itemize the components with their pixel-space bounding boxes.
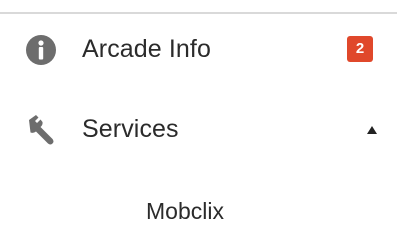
sidebar-menu: Arcade Info 2 Services Mobclix <box>0 0 397 242</box>
sidebar-item-label: Services <box>82 115 179 143</box>
caret-up-icon[interactable] <box>367 126 377 134</box>
wrench-icon <box>24 113 58 147</box>
info-circle-icon <box>24 33 58 67</box>
submenu-item-label: Mobclix <box>146 198 224 224</box>
top-divider <box>0 12 397 14</box>
notification-badge: 2 <box>347 36 373 62</box>
sidebar-item-label: Arcade Info <box>82 35 211 63</box>
submenu-item-mobclix[interactable]: Mobclix <box>0 190 397 232</box>
sidebar-item-services[interactable]: Services <box>0 99 397 159</box>
sidebar-item-arcade-info[interactable]: Arcade Info 2 <box>0 20 397 80</box>
